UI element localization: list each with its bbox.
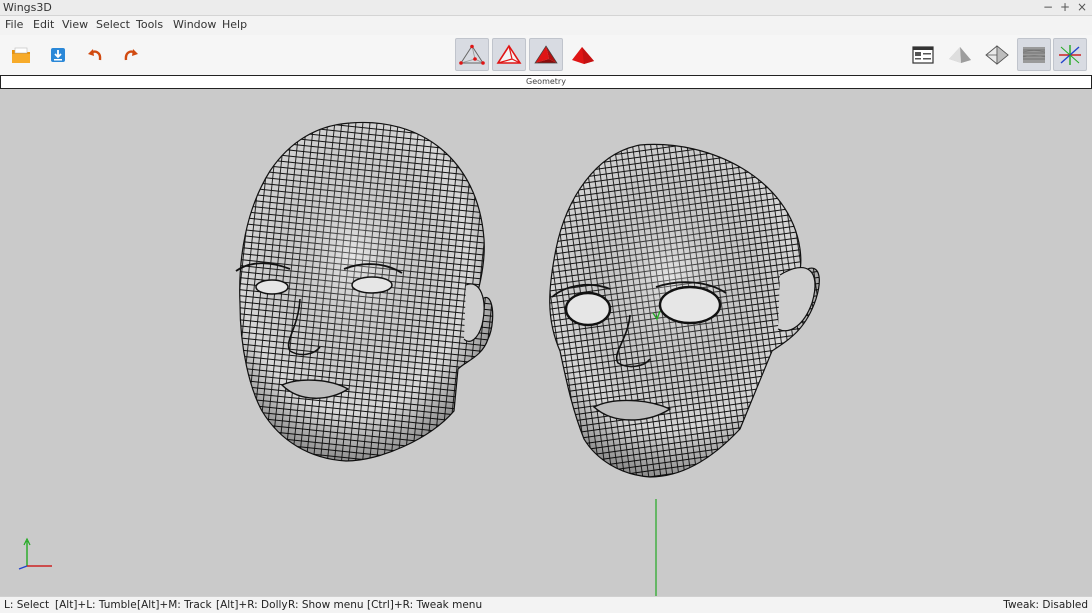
redo-button[interactable] <box>114 38 148 71</box>
wireframe-shading-icon <box>985 44 1009 65</box>
geometry-viewport[interactable] <box>0 89 1092 596</box>
vertex-select-mode-button[interactable] <box>455 38 489 71</box>
smooth-shading-icon <box>949 46 971 63</box>
window-title: Wings3D <box>3 1 52 14</box>
status-hint-dolly: [Alt]+R: Dolly <box>216 599 288 611</box>
vertex-select-icon <box>459 44 485 65</box>
status-hint-tweak-menu: [Ctrl]+R: Tweak menu <box>367 599 483 611</box>
save-icon <box>51 47 65 62</box>
edge-select-mode-button[interactable] <box>492 38 526 71</box>
title-bar: Wings3D − + × <box>0 0 1092 16</box>
status-hint-menu: R: Show menu <box>288 599 364 611</box>
undo-button[interactable] <box>78 38 112 71</box>
redo-icon <box>124 48 138 60</box>
menu-view[interactable]: View <box>62 18 88 31</box>
axes-gizmo <box>18 537 52 570</box>
head-mesh-left[interactable] <box>235 121 494 462</box>
ground-grid-button[interactable] <box>1017 38 1051 71</box>
menu-help[interactable]: Help <box>222 18 247 31</box>
view-options-icon <box>912 45 934 64</box>
face-select-mode-button[interactable] <box>529 38 563 71</box>
open-folder-icon <box>12 47 30 63</box>
menu-edit[interactable]: Edit <box>33 18 54 31</box>
status-hint-track: [Alt]+M: Track <box>137 599 212 611</box>
status-tweak-state: Tweak: Disabled <box>1003 599 1088 611</box>
axes-button[interactable] <box>1053 38 1087 71</box>
menu-bar: File Edit View Select Tools Window Help <box>0 16 1092 35</box>
minimize-button[interactable]: − <box>1039 0 1057 16</box>
status-hint-select: L: Select <box>4 599 50 611</box>
ground-grid-icon <box>1022 46 1046 63</box>
head-mesh-right[interactable] <box>549 143 820 478</box>
geometry-label: Geometry <box>526 77 566 86</box>
wireframe-shading-button[interactable] <box>980 38 1014 71</box>
maximize-button[interactable]: + <box>1056 0 1074 16</box>
object-select-icon <box>572 46 594 64</box>
smooth-shading-button[interactable] <box>943 38 977 71</box>
edge-select-icon <box>496 44 522 64</box>
viewport-canvas <box>18 121 820 596</box>
object-select-mode-button[interactable] <box>566 38 600 71</box>
view-options-button[interactable] <box>906 38 940 71</box>
menu-tools[interactable]: Tools <box>136 18 163 31</box>
geometry-window-titlebar: Geometry <box>0 75 1092 89</box>
undo-icon <box>88 48 102 60</box>
menu-select[interactable]: Select <box>96 18 130 31</box>
status-hint-tumble: [Alt]+L: Tumble <box>55 599 137 611</box>
menu-file[interactable]: File <box>5 18 23 31</box>
save-button[interactable] <box>41 38 75 71</box>
status-bar: L: Select [Alt]+L: Tumble [Alt]+M: Track… <box>0 596 1092 613</box>
axes-icon <box>1059 44 1081 65</box>
menu-window[interactable]: Window <box>173 18 216 31</box>
toolbar <box>0 35 1092 75</box>
open-button[interactable] <box>4 38 38 71</box>
close-button[interactable]: × <box>1073 0 1091 16</box>
face-select-icon <box>534 44 558 63</box>
